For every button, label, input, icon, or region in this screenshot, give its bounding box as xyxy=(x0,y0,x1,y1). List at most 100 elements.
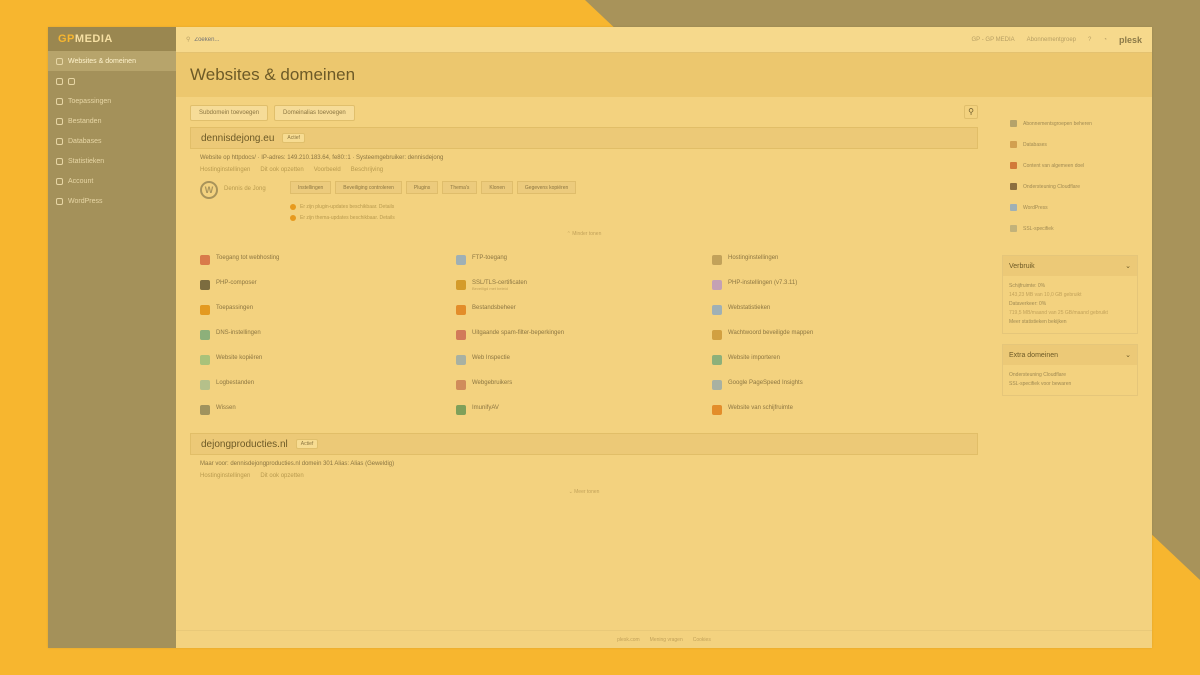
quick-link-icon xyxy=(1010,204,1017,211)
extra-domains-header[interactable]: Extra domeinen ⌄ xyxy=(1003,345,1137,365)
chevron-down-icon: ⌄ xyxy=(1125,352,1131,359)
setup-link[interactable]: Dit ook opzetten xyxy=(260,473,303,479)
feature-icon xyxy=(200,330,210,340)
domain-body: Maar voor: dennisdejongproducties.nl dom… xyxy=(190,455,978,507)
help-icon[interactable]: ? xyxy=(1088,37,1091,43)
quick-link[interactable]: Content van algemeen doel xyxy=(1010,155,1130,176)
feature-item[interactable]: Wissen xyxy=(200,405,456,417)
main-content: Subdomein toevoegen Domeinalias toevoege… xyxy=(176,97,992,630)
sidebar-item-websites[interactable]: Websites & domeinen xyxy=(48,51,176,71)
domain-name[interactable]: dejongproducties.nl xyxy=(201,439,288,450)
description-link[interactable]: Beschrijving xyxy=(351,167,383,173)
globe-icon xyxy=(56,57,63,65)
folder-icon xyxy=(56,117,63,125)
footer-link[interactable]: plesk.com xyxy=(617,637,640,643)
topbar: ⚲ GP - GP MEDIA Abonnementgroep ? ◔ ples… xyxy=(176,27,1152,53)
feature-item[interactable]: SSL/TLS-certificaten Beveiligd met beleid xyxy=(456,280,712,292)
add-alias-button[interactable]: Domeinalias toevoegen xyxy=(274,105,355,121)
wp-security-button[interactable]: Beveiliging controleren xyxy=(335,181,402,194)
notifications-icon[interactable]: ◔ xyxy=(1103,37,1107,43)
feature-item[interactable]: Toegang tot webhosting xyxy=(200,255,456,267)
sidebar-item-files[interactable]: Bestanden xyxy=(48,111,176,131)
apps-icon xyxy=(56,97,63,105)
quick-link[interactable]: SSL-specifiek xyxy=(1010,218,1130,239)
hosting-settings-link[interactable]: Hostinginstellingen xyxy=(200,473,250,479)
sidebar-item-hosting[interactable] xyxy=(48,71,176,91)
usage-box-header[interactable]: Verbruik ⌄ xyxy=(1003,256,1137,276)
hosting-settings-link[interactable]: Hostinginstellingen xyxy=(200,167,250,173)
wordpress-site-label[interactable]: Dennis de Jong xyxy=(224,186,284,192)
feature-item[interactable]: Wachtwoord beveiligde mappen xyxy=(712,330,968,342)
wp-plugins-button[interactable]: Plugins xyxy=(405,181,439,194)
feature-icon xyxy=(200,355,210,365)
feature-item[interactable]: FTP-toegang xyxy=(456,255,712,267)
show-more-toggle[interactable]: ⌄ Meer tonen xyxy=(200,489,968,495)
quick-link[interactable]: Ondersteuning Cloudflare xyxy=(1010,176,1130,197)
feature-item[interactable]: Toepassingen xyxy=(200,305,456,317)
wp-themes-button[interactable]: Thema's xyxy=(442,181,478,194)
feature-icon xyxy=(712,255,722,265)
add-subdomain-button[interactable]: Subdomein toevoegen xyxy=(190,105,269,121)
user-menu[interactable]: GP - GP MEDIA xyxy=(972,37,1015,43)
feature-item[interactable]: Google PageSpeed Insights xyxy=(712,380,968,392)
plugin-update-warning: Er zijn plugin-updates beschikbaar. Deta… xyxy=(290,204,968,210)
feature-item[interactable]: Web Inspectie xyxy=(456,355,712,367)
feature-item[interactable]: Website importeren xyxy=(712,355,968,367)
domain-body: Website op httpdocs/ · IP-adres: 149.210… xyxy=(190,149,978,249)
feature-item[interactable]: Website kopiëren xyxy=(200,355,456,367)
feature-item[interactable]: Logbestanden xyxy=(200,380,456,392)
feature-item[interactable]: ImunifyAV xyxy=(456,405,712,417)
wp-copy-data-button[interactable]: Gegevens kopiëren xyxy=(516,181,577,194)
list-search-icon[interactable]: ⚲ xyxy=(964,105,978,119)
chevron-down-icon: ⌄ xyxy=(1125,263,1131,270)
sidebar-item-applications[interactable]: Toepassingen xyxy=(48,91,176,111)
search-input[interactable] xyxy=(194,36,355,43)
wordpress-row: W Dennis de Jong Instellingen Beveiligin… xyxy=(200,181,968,199)
quick-link-icon xyxy=(1010,225,1017,232)
feature-icon xyxy=(456,380,466,390)
quick-link[interactable]: Databases xyxy=(1010,134,1130,155)
quick-link-icon xyxy=(1010,162,1017,169)
domain-name[interactable]: dennisdejong.eu xyxy=(201,133,274,144)
sidebar-item-account[interactable]: Account xyxy=(48,171,176,191)
more-stats-link[interactable]: Meer statistieken bekijken xyxy=(1009,318,1131,327)
wp-clone-button[interactable]: Klonen xyxy=(481,181,513,194)
wp-settings-button[interactable]: Instellingen xyxy=(290,181,332,194)
show-less-toggle[interactable]: ⌃ Minder tonen xyxy=(200,231,968,237)
usage-box-body: Schijfruimte: 0% 143,23 MB van 10,0 GB g… xyxy=(1003,276,1137,333)
feature-icon xyxy=(712,280,722,290)
quick-link-icon xyxy=(1010,141,1017,148)
domain-info: Maar voor: dennisdejongproducties.nl dom… xyxy=(200,461,395,467)
feature-icon xyxy=(200,255,210,265)
brand-logo[interactable]: GPMEDIA xyxy=(48,27,176,51)
feature-item[interactable]: Uitgaande spam-filter-beperkingen xyxy=(456,330,712,342)
quick-link[interactable]: WordPress xyxy=(1010,197,1130,218)
feature-item[interactable]: Webstatistieken xyxy=(712,305,968,317)
footer-link[interactable]: Mening vragen xyxy=(650,637,683,643)
sidebar-item-wordpress[interactable]: WordPress xyxy=(48,191,176,211)
feature-icon xyxy=(712,380,722,390)
feature-item[interactable]: Website van schijfruimte xyxy=(712,405,968,417)
setup-link[interactable]: Dit ook opzetten xyxy=(260,167,303,173)
domain-links: Hostinginstellingen Dit ook opzetten xyxy=(200,473,968,479)
domain-links: Hostinginstellingen Dit ook opzetten Voo… xyxy=(200,167,968,173)
feature-item[interactable]: Hostinginstellingen xyxy=(712,255,968,267)
extra-link[interactable]: Ondersteuning Cloudflare xyxy=(1009,371,1131,380)
feature-item[interactable]: DNS-instellingen xyxy=(200,330,456,342)
footer-link[interactable]: Cookies xyxy=(693,637,711,643)
feature-item[interactable]: Webgebruikers xyxy=(456,380,712,392)
sidebar-item-statistics[interactable]: Statistieken xyxy=(48,151,176,171)
feature-item[interactable]: PHP-instellingen (v7.3.11) xyxy=(712,280,968,292)
extra-domains-body: Ondersteuning Cloudflare SSL-specifiek v… xyxy=(1003,365,1137,395)
quick-link[interactable]: Abonnementsgroepen beheren xyxy=(1010,113,1130,134)
footer: plesk.com Mening vragen Cookies xyxy=(176,630,1152,648)
feature-item[interactable]: Bestandsbeheer xyxy=(456,305,712,317)
subscription-menu[interactable]: Abonnementgroep xyxy=(1027,37,1076,43)
wordpress-actions: Instellingen Beveiliging controleren Plu… xyxy=(290,181,577,194)
extra-link[interactable]: SSL-specifiek voor bewaren xyxy=(1009,380,1131,389)
search-icon: ⚲ xyxy=(186,37,191,43)
sidebar-item-databases[interactable]: Databases xyxy=(48,131,176,151)
feature-icon xyxy=(456,355,466,365)
preview-link[interactable]: Voorbeeld xyxy=(314,167,341,173)
feature-item[interactable]: PHP-composer xyxy=(200,280,456,292)
